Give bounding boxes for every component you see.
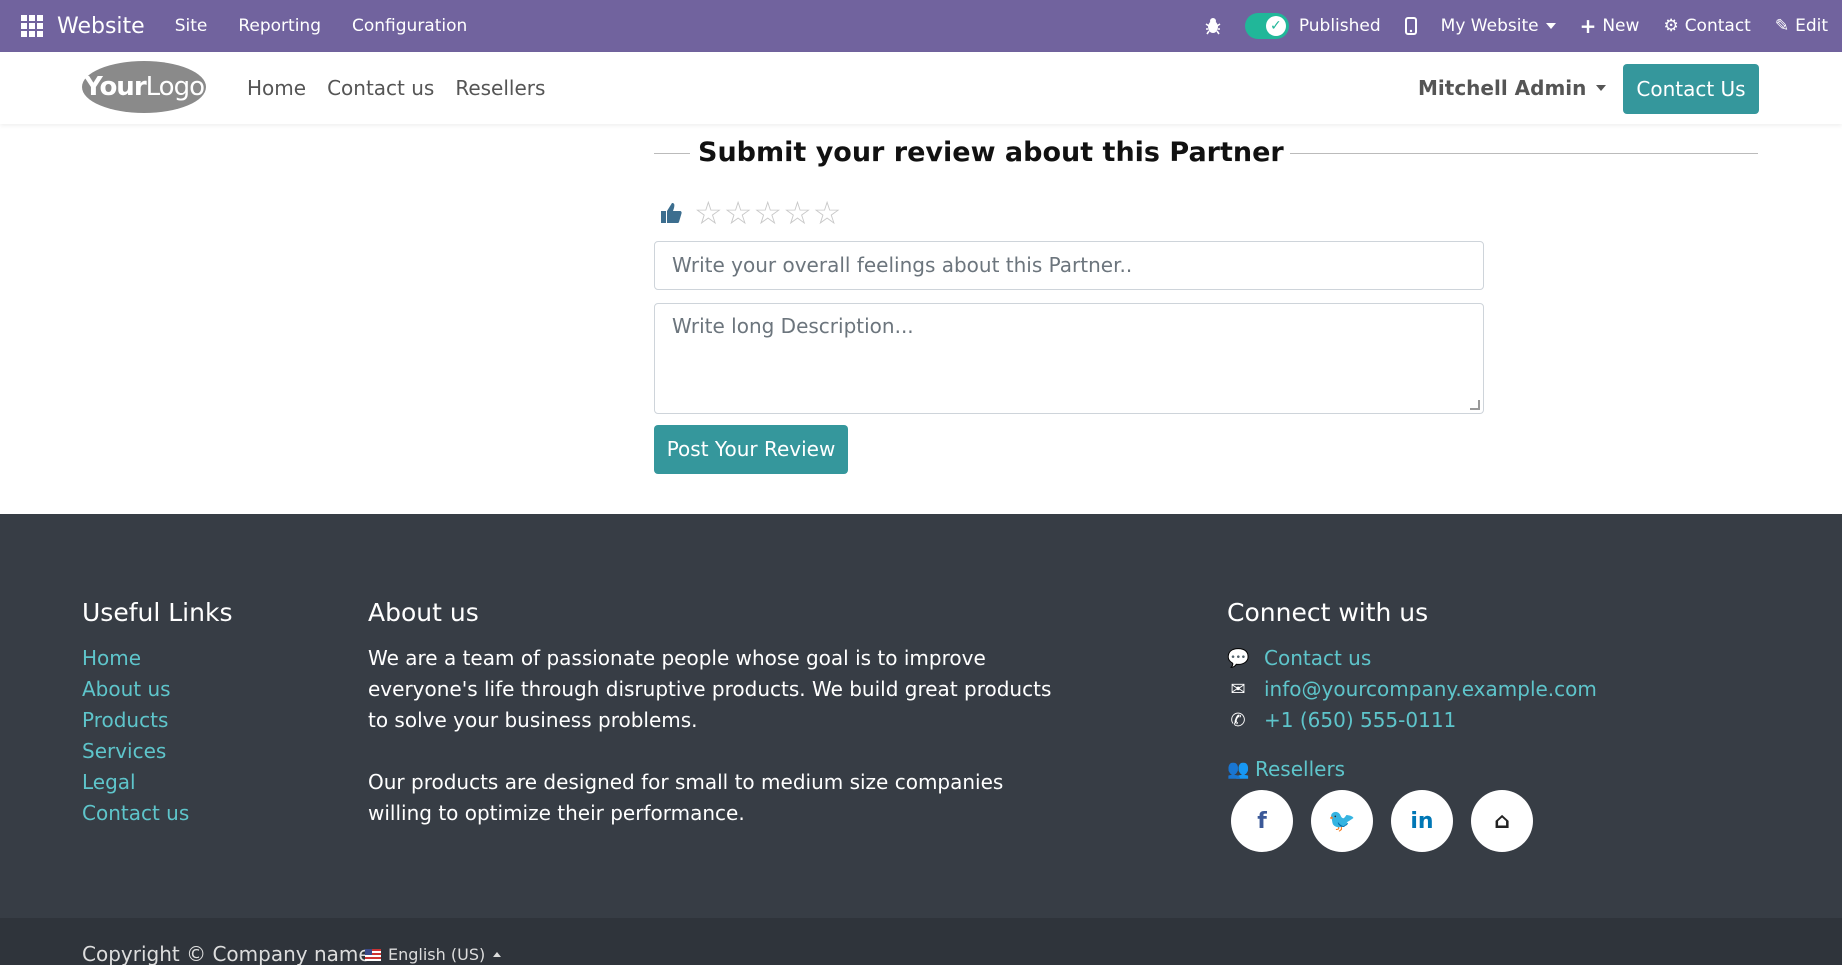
footer-link-products[interactable]: Products — [82, 705, 232, 736]
copyright-bar: Copyright © Company name English (US) — [0, 918, 1842, 965]
home-icon[interactable]: ⌂ — [1471, 790, 1533, 852]
linkedin-icon[interactable]: in — [1391, 790, 1453, 852]
logo-bold-text: Your — [84, 72, 147, 102]
app-name[interactable]: Website — [57, 14, 145, 39]
contact-us-button[interactable]: Contact Us — [1623, 64, 1759, 114]
phone-icon: ✆ — [1230, 710, 1246, 731]
email-row[interactable]: ✉ info@yourcompany.example.com — [1227, 674, 1597, 705]
thumbs-up-icon[interactable] — [660, 201, 682, 225]
nav-resellers[interactable]: Resellers — [455, 76, 545, 100]
main-nav: Home Contact us Resellers — [247, 52, 566, 124]
site-header: YourLogo Home Contact us Resellers Mitch… — [0, 52, 1842, 124]
contact-label: Contact — [1684, 16, 1751, 36]
envelope-icon: ✉ — [1230, 679, 1246, 700]
useful-links-title: Useful Links — [82, 598, 233, 627]
about-section: About us We are a team of passionate peo… — [368, 598, 1068, 860]
user-menu[interactable]: Mitchell Admin — [1418, 52, 1607, 124]
star-icon-2[interactable]: ☆ — [724, 197, 753, 229]
menu-configuration[interactable]: Configuration — [352, 16, 467, 36]
apps-menu-icon[interactable] — [21, 15, 43, 37]
caret-down-icon — [1545, 23, 1556, 29]
admin-navbar: Website Site Reporting Configuration ✓ P… — [0, 0, 1842, 52]
description-placeholder: Write long Description... — [672, 314, 914, 338]
gear-icon: ⚙ — [1663, 16, 1679, 36]
publish-toggle[interactable]: ✓ Published — [1244, 13, 1381, 39]
language-selector[interactable]: English (US) — [365, 945, 502, 964]
footer-link-services[interactable]: Services — [82, 736, 232, 767]
star-icon-4[interactable]: ☆ — [783, 197, 812, 229]
website-selector-label: My Website — [1440, 16, 1539, 36]
comment-icon: 💬 — [1227, 648, 1250, 669]
edit-button[interactable]: ✎ Edit — [1775, 16, 1828, 36]
facebook-icon[interactable]: f — [1231, 790, 1293, 852]
contact-row[interactable]: 💬 Contact us — [1227, 643, 1597, 674]
star-rating: ☆ ☆ ☆ ☆ ☆ — [660, 197, 842, 229]
email-link[interactable]: info@yourcompany.example.com — [1264, 674, 1597, 705]
star-icon-5[interactable]: ☆ — [813, 197, 842, 229]
debug-bug-icon[interactable] — [1205, 17, 1221, 35]
post-review-button[interactable]: Post Your Review — [654, 425, 848, 474]
resellers-label: Resellers — [1255, 757, 1346, 781]
phone-row[interactable]: ✆ +1 (650) 555-0111 — [1227, 705, 1597, 736]
us-flag-icon — [365, 948, 381, 961]
check-icon: ✓ — [1265, 16, 1286, 36]
footer-link-contact-us[interactable]: Contact us — [82, 798, 232, 829]
footer-link-home[interactable]: Home — [82, 643, 232, 674]
user-name: Mitchell Admin — [1418, 76, 1587, 100]
caret-down-icon — [1596, 85, 1607, 91]
social-links: f 🐦 in ⌂ — [1227, 790, 1597, 852]
caret-up-icon — [493, 952, 502, 957]
users-icon: 👥 — [1227, 758, 1250, 780]
mobile-preview-icon[interactable] — [1404, 17, 1417, 35]
contact-button[interactable]: ⚙ Contact — [1663, 16, 1750, 36]
nav-contact-us[interactable]: Contact us — [327, 76, 434, 100]
new-label: New — [1602, 16, 1640, 36]
contact-link[interactable]: Contact us — [1264, 643, 1371, 674]
edit-label: Edit — [1795, 16, 1828, 36]
review-summary-input[interactable]: Write your overall feelings about this P… — [654, 241, 1484, 290]
footer: Useful Links Home About us Products Serv… — [0, 514, 1842, 918]
resize-handle-icon[interactable] — [1470, 400, 1480, 410]
nav-home[interactable]: Home — [247, 76, 306, 100]
about-paragraph-2: Our products are designed for small to m… — [368, 770, 1004, 825]
connect-title: Connect with us — [1227, 598, 1429, 627]
twitter-icon[interactable]: 🐦 — [1311, 790, 1373, 852]
resellers-link[interactable]: 👥 Resellers — [1227, 757, 1597, 781]
about-title: About us — [368, 598, 479, 627]
company-logo[interactable]: YourLogo — [82, 61, 206, 113]
plus-icon: + — [1579, 14, 1597, 38]
connect-section: Connect with us 💬 Contact us ✉ info@your… — [1227, 598, 1597, 852]
menu-site[interactable]: Site — [175, 16, 208, 36]
footer-link-legal[interactable]: Legal — [82, 767, 232, 798]
star-icon-3[interactable]: ☆ — [753, 197, 782, 229]
copyright-text: Copyright © Company name — [82, 942, 371, 965]
publish-status: Published — [1298, 16, 1381, 36]
useful-links-section: Useful Links Home About us Products Serv… — [82, 598, 232, 829]
review-title: Submit your review about this Partner — [690, 137, 1290, 168]
footer-link-about-us[interactable]: About us — [82, 674, 232, 705]
new-button[interactable]: + New — [1580, 14, 1640, 38]
about-paragraph-1: We are a team of passionate people whose… — [368, 646, 1052, 732]
menu-reporting[interactable]: Reporting — [238, 16, 321, 36]
phone-link[interactable]: +1 (650) 555-0111 — [1264, 705, 1456, 736]
pencil-icon: ✎ — [1774, 16, 1790, 36]
review-description-textarea[interactable]: Write long Description... — [654, 303, 1484, 414]
website-selector[interactable]: My Website — [1441, 16, 1556, 36]
star-icon-1[interactable]: ☆ — [694, 197, 723, 229]
language-label: English (US) — [388, 945, 486, 964]
toggle-switch[interactable]: ✓ — [1244, 13, 1289, 39]
logo-light-text: Logo — [145, 72, 205, 102]
